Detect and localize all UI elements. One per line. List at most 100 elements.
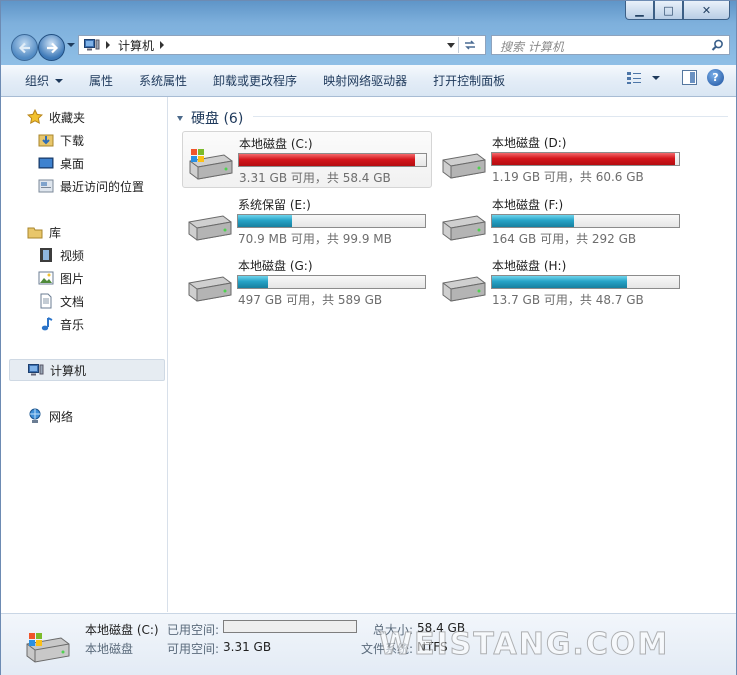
search-icon[interactable] bbox=[711, 39, 724, 52]
breadcrumb-computer[interactable]: 计算机 bbox=[118, 37, 154, 54]
nav-desktop[interactable]: 桌面 bbox=[38, 152, 84, 174]
refresh-button[interactable] bbox=[458, 37, 481, 53]
drive-usage-bar bbox=[491, 152, 680, 166]
explorer-window: ▁ □ ✕ 计算机 搜索 计算机 组织 属性 系统属性 卸载或更改程序 映射网络… bbox=[0, 0, 737, 675]
organize-button[interactable]: 组织 bbox=[1, 68, 76, 94]
drive-tile[interactable]: 本地磁盘 (G:) 497 GB 可用，共 589 GB bbox=[182, 254, 432, 311]
nav-downloads[interactable]: 下载 bbox=[38, 129, 84, 151]
navigation-pane: 收藏夹 下载 桌面 最近访问的位置 库 视频 图片 文档 音乐 计算机 网络 bbox=[1, 97, 168, 612]
nav-music[interactable]: 音乐 bbox=[38, 313, 84, 335]
nav-recent-label: 最近访问的位置 bbox=[60, 179, 145, 194]
drive-capacity-info: 1.19 GB 可用，共 60.6 GB bbox=[492, 170, 644, 184]
drive-tile[interactable]: 本地磁盘 (F:) 164 GB 可用，共 292 GB bbox=[436, 193, 686, 250]
recent-pages-dropdown[interactable] bbox=[67, 43, 75, 47]
hard-drive-icon bbox=[442, 153, 486, 179]
drive-name: 本地磁盘 (F:) bbox=[492, 198, 564, 212]
details-free-value: 3.31 GB bbox=[223, 640, 272, 654]
nav-favorites[interactable]: 收藏夹 bbox=[27, 106, 85, 128]
nav-videos[interactable]: 视频 bbox=[38, 244, 84, 266]
search-box[interactable]: 搜索 计算机 bbox=[491, 35, 730, 55]
view-dropdown-icon[interactable] bbox=[652, 75, 660, 80]
maximize-button[interactable]: □ bbox=[654, 1, 683, 20]
drive-c-large-icon bbox=[26, 633, 70, 663]
nav-libraries[interactable]: 库 bbox=[27, 221, 61, 243]
preview-pane-icon[interactable] bbox=[682, 70, 697, 85]
drive-tile[interactable]: 本地磁盘 (C:) 3.31 GB 可用，共 58.4 GB bbox=[182, 131, 432, 188]
back-arrow-icon bbox=[18, 42, 30, 53]
change-view-icon[interactable] bbox=[626, 71, 642, 85]
music-note-icon bbox=[38, 316, 54, 332]
caption-buttons: ▁ □ ✕ bbox=[625, 1, 730, 20]
breadcrumb-separator-icon[interactable] bbox=[106, 41, 110, 49]
drive-usage-fill bbox=[492, 215, 575, 227]
hard-drive-icon bbox=[442, 276, 486, 302]
collapse-triangle-icon[interactable] bbox=[177, 115, 183, 121]
downloads-folder-icon bbox=[38, 132, 54, 148]
group-divider bbox=[253, 116, 728, 117]
details-usage-bar bbox=[223, 620, 357, 633]
breadcrumb-chevron-icon[interactable] bbox=[160, 41, 165, 49]
drive-capacity-info: 164 GB 可用，共 292 GB bbox=[492, 232, 637, 246]
nav-computer[interactable]: 计算机 bbox=[9, 359, 165, 381]
nav-videos-label: 视频 bbox=[60, 248, 85, 263]
content-pane: 硬盘 (6) 本地磁盘 (C:) 3.31 GB 可用，共 58.4 GB 本地… bbox=[168, 97, 736, 612]
group-title: 硬盘 (6) bbox=[191, 111, 244, 127]
network-icon bbox=[27, 408, 43, 424]
nav-music-label: 音乐 bbox=[60, 317, 85, 332]
drive-usage-fill bbox=[238, 276, 268, 288]
command-bar: 组织 属性 系统属性 卸载或更改程序 映射网络驱动器 打开控制面板 ? bbox=[1, 65, 736, 97]
map-network-drive-button[interactable]: 映射网络驱动器 bbox=[310, 68, 420, 94]
drive-capacity-info: 3.31 GB 可用，共 58.4 GB bbox=[239, 171, 391, 185]
drive-name: 系统保留 (E:) bbox=[238, 198, 311, 212]
drive-tile[interactable]: 系统保留 (E:) 70.9 MB 可用，共 99.9 MB bbox=[182, 193, 432, 250]
drive-name: 本地磁盘 (G:) bbox=[238, 259, 313, 273]
document-icon bbox=[38, 293, 54, 309]
hard-drive-icon bbox=[442, 215, 486, 241]
close-button[interactable]: ✕ bbox=[683, 1, 730, 20]
group-header-hard-disks[interactable]: 硬盘 (6) bbox=[176, 108, 243, 128]
nav-network[interactable]: 网络 bbox=[27, 405, 73, 427]
drive-capacity-info: 497 GB 可用，共 589 GB bbox=[238, 293, 383, 307]
properties-button[interactable]: 属性 bbox=[76, 68, 126, 94]
hard-drive-icon bbox=[188, 276, 232, 302]
drive-usage-fill bbox=[492, 276, 627, 288]
back-button[interactable] bbox=[11, 34, 38, 61]
close-icon: ✕ bbox=[701, 3, 712, 17]
computer-icon bbox=[28, 362, 44, 378]
nav-pictures-label: 图片 bbox=[60, 271, 85, 286]
nav-pictures[interactable]: 图片 bbox=[38, 267, 84, 289]
nav-recent-places[interactable]: 最近访问的位置 bbox=[38, 175, 144, 197]
recent-places-icon bbox=[38, 178, 54, 194]
details-free-label: 可用空间: bbox=[167, 642, 220, 656]
system-properties-button[interactable]: 系统属性 bbox=[126, 68, 200, 94]
drive-usage-bar bbox=[237, 275, 426, 289]
details-used-label: 已用空间: bbox=[167, 623, 220, 637]
drive-usage-bar bbox=[237, 214, 426, 228]
open-control-panel-button[interactable]: 打开控制面板 bbox=[420, 68, 518, 94]
drive-usage-bar bbox=[491, 275, 680, 289]
forward-arrow-icon bbox=[46, 42, 58, 53]
drive-tile[interactable]: 本地磁盘 (D:) 1.19 GB 可用，共 60.6 GB bbox=[436, 131, 686, 188]
drive-tile[interactable]: 本地磁盘 (H:) 13.7 GB 可用，共 48.7 GB bbox=[436, 254, 686, 311]
libraries-icon bbox=[27, 224, 43, 240]
drive-name: 本地磁盘 (H:) bbox=[492, 259, 567, 273]
nav-downloads-label: 下载 bbox=[60, 133, 85, 148]
address-dropdown-icon[interactable] bbox=[447, 43, 455, 48]
nav-libraries-label: 库 bbox=[49, 225, 62, 240]
refresh-icon bbox=[465, 40, 475, 50]
address-bar[interactable]: 计算机 bbox=[78, 35, 486, 55]
nav-documents[interactable]: 文档 bbox=[38, 290, 84, 312]
drive-usage-fill bbox=[492, 153, 676, 165]
star-icon bbox=[27, 109, 43, 125]
drive-capacity-info: 70.9 MB 可用，共 99.9 MB bbox=[238, 232, 392, 246]
watermark-text: WEISTANG.COM bbox=[378, 627, 670, 663]
drive-capacity-info: 13.7 GB 可用，共 48.7 GB bbox=[492, 293, 644, 307]
minimize-button[interactable]: ▁ bbox=[625, 1, 654, 20]
hard-drive-icon bbox=[188, 215, 232, 241]
nav-network-label: 网络 bbox=[49, 409, 74, 424]
uninstall-program-button[interactable]: 卸载或更改程序 bbox=[200, 68, 310, 94]
title-address-bar: ▁ □ ✕ 计算机 搜索 计算机 bbox=[1, 1, 736, 65]
drive-usage-fill bbox=[239, 154, 415, 166]
forward-button[interactable] bbox=[38, 34, 65, 61]
help-icon[interactable]: ? bbox=[707, 69, 724, 86]
